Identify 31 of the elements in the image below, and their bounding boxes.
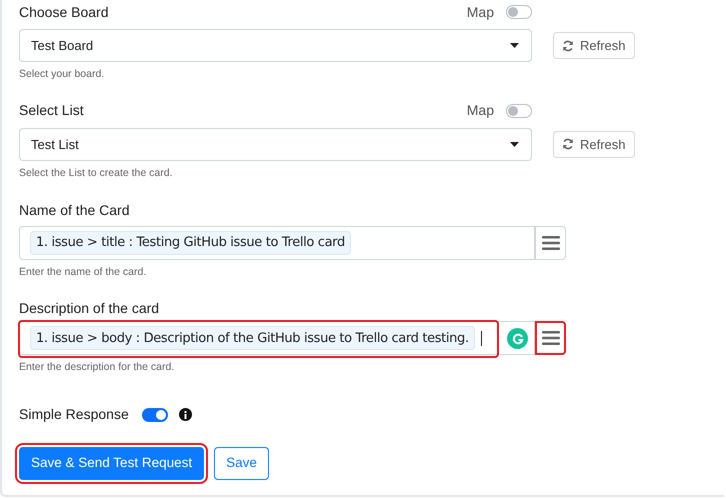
save-button[interactable]: Save <box>214 447 269 480</box>
info-icon <box>178 408 192 421</box>
help-text: Select the List to create the card. <box>19 166 174 181</box>
refresh-button[interactable]: Refresh <box>553 32 635 59</box>
caret-icon <box>510 142 519 147</box>
mapped-token: 1. issue > body : Description of the GitHub issue to Trello card testing. <box>30 326 475 350</box>
refresh-icon <box>562 40 574 52</box>
caret-icon <box>510 43 519 48</box>
toggle-switch[interactable] <box>142 408 168 422</box>
mapped-field[interactable]: 1. issue > body : Description of the GitHub issue to Trello card testing. <box>19 321 535 356</box>
field-label: Description of the card <box>19 299 160 318</box>
help-text: Enter the name of the card. <box>19 264 148 280</box>
refresh-button[interactable]: Refresh <box>553 130 635 158</box>
help-text: Select your board. <box>19 67 106 82</box>
select-field[interactable]: Test Board <box>19 29 532 62</box>
field-label: Choose Board <box>19 2 110 22</box>
toggle-switch[interactable] <box>506 5 532 19</box>
mapped-field[interactable]: 1. issue > title : Testing GitHub issue to Trello card <box>19 226 535 260</box>
menu-icon <box>542 236 560 250</box>
field-label: Simple Response <box>19 405 129 424</box>
refresh-icon <box>562 138 574 150</box>
select-field[interactable]: Test List <box>19 128 532 161</box>
field-label: Name of the Card <box>19 200 130 220</box>
mapped-token: 1. issue > title : Testing GitHub issue to Trello card <box>30 230 351 254</box>
help-text: Enter the description for the card. <box>19 360 176 376</box>
field-label: Select List <box>19 101 85 120</box>
toggle-switch[interactable] <box>506 104 532 118</box>
menu-button[interactable] <box>535 321 566 356</box>
map-label: Map <box>466 101 494 120</box>
map-label: Map <box>466 2 494 22</box>
menu-icon <box>542 331 560 346</box>
